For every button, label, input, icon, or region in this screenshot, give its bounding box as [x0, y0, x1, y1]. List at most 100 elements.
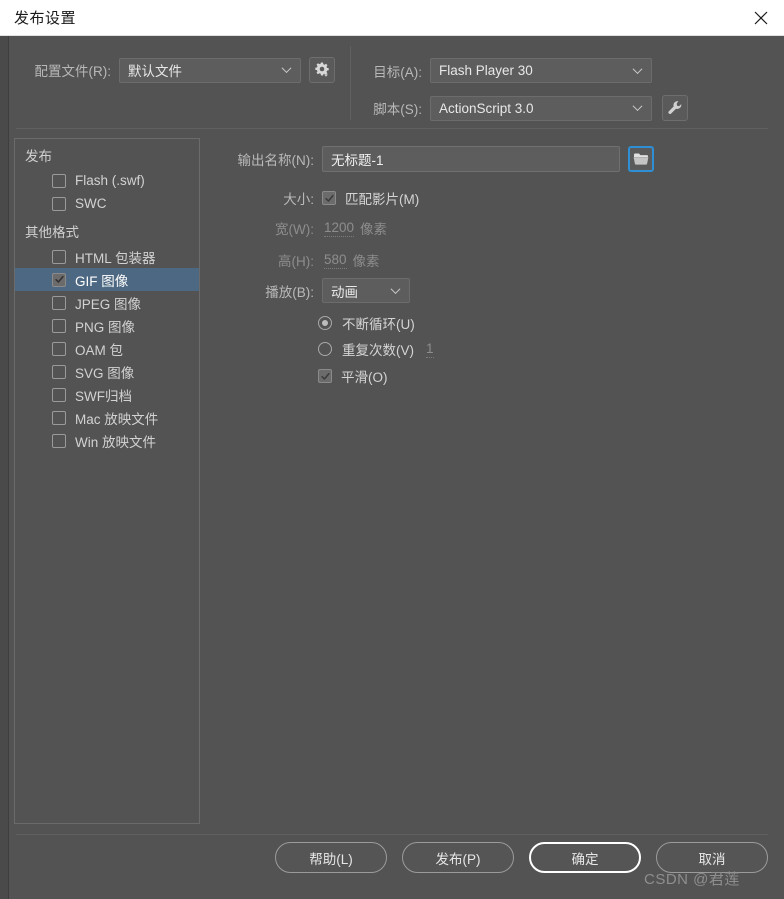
checkbox-match-movie[interactable]	[322, 191, 336, 205]
smooth-row[interactable]: 平滑(O)	[318, 366, 388, 386]
script-select[interactable]: ActionScript 3.0	[430, 95, 652, 121]
list-item-html-wrapper[interactable]: HTML 包装器	[15, 245, 199, 268]
height-label: 高(H):	[278, 254, 314, 269]
profile-label: 配置文件(R):	[34, 64, 112, 79]
script-select-value: ActionScript 3.0	[439, 100, 534, 116]
list-item-jpeg-image[interactable]: JPEG 图像	[15, 291, 199, 314]
profile-select-value: 默认文件	[128, 64, 182, 79]
profile-options-button[interactable]	[309, 57, 335, 83]
gear-icon	[315, 62, 329, 77]
list-item-png-image[interactable]: PNG 图像	[15, 314, 199, 337]
script-settings-button[interactable]	[662, 95, 688, 121]
chevron-down-icon	[634, 103, 643, 112]
list-group-title-other-formats: 其他格式	[25, 225, 79, 240]
list-group-title-publish: 发布	[25, 149, 52, 164]
list-item-label: JPEG 图像	[75, 296, 142, 312]
target-label: 目标(A):	[373, 64, 422, 80]
publish-settings-dialog: 发布设置 配置文件(R): 默认文件 目标(A): Flash Player 3…	[0, 0, 784, 899]
header-divider	[16, 128, 768, 129]
dialog-titlebar: 发布设置	[0, 0, 784, 36]
list-item-mac-projector[interactable]: Mac 放映文件	[15, 406, 199, 429]
list-item-flash-swf[interactable]: Flash (.swf)	[15, 169, 199, 192]
repeat-count-value[interactable]: 1	[426, 341, 434, 358]
width-value[interactable]: 1200	[324, 220, 355, 237]
checkbox-jpeg-image[interactable]	[52, 295, 66, 310]
checkbox-swf-archive[interactable]	[52, 387, 66, 402]
list-item-label: Win 放映文件	[75, 434, 156, 450]
list-item-label: GIF 图像	[75, 273, 129, 289]
target-row: 目标(A): Flash Player 30	[370, 58, 652, 83]
list-item-label: SWC	[75, 196, 107, 211]
smooth-label: 平滑(O)	[341, 370, 388, 385]
list-item-label: Mac 放映文件	[75, 411, 159, 427]
chevron-down-icon	[634, 65, 643, 74]
list-item-win-projector[interactable]: Win 放映文件	[15, 429, 199, 452]
repeat-count-row[interactable]: 重复次数(V) 1	[318, 339, 434, 359]
output-name-label: 输出名称(N):	[237, 153, 315, 168]
output-name-value: 无标题-1	[331, 153, 384, 168]
formats-list-panel[interactable]: 发布 Flash (.swf) SWC 其他格式 HTML 包装器 GIF 图像…	[14, 138, 200, 824]
list-item-label: Flash (.swf)	[75, 173, 145, 188]
list-item-label: HTML 包装器	[75, 250, 156, 266]
list-item-swc[interactable]: SWC	[15, 192, 199, 215]
target-select-value: Flash Player 30	[439, 63, 533, 78]
help-button[interactable]: 帮助(L)	[275, 842, 387, 873]
checkbox-win-projector[interactable]	[52, 433, 66, 448]
list-item-label: PNG 图像	[75, 319, 136, 335]
radio-loop-forever[interactable]	[318, 316, 332, 330]
checkbox-swc[interactable]	[52, 196, 66, 211]
close-button[interactable]	[738, 0, 784, 36]
width-label: 宽(W):	[275, 222, 314, 237]
list-item-oam-package[interactable]: OAM 包	[15, 337, 199, 360]
checkbox-oam-package[interactable]	[52, 341, 66, 356]
profile-row: 配置文件(R): 默认文件	[16, 57, 335, 83]
checkbox-flash-swf[interactable]	[52, 173, 66, 188]
playback-row: 播放(B): 动画	[216, 278, 410, 303]
playback-select[interactable]: 动画	[322, 278, 410, 303]
cancel-button[interactable]: 取消	[656, 842, 768, 873]
list-item-swf-archive[interactable]: SWF归档	[15, 383, 199, 406]
playback-label: 播放(B):	[265, 284, 314, 300]
close-icon	[754, 11, 768, 24]
radio-dot	[322, 320, 328, 326]
ok-button[interactable]: 确定	[529, 842, 641, 873]
width-unit: 像素	[360, 222, 388, 237]
dialog-title: 发布设置	[14, 10, 77, 27]
checkbox-smooth[interactable]	[318, 369, 332, 383]
checkbox-svg-image[interactable]	[52, 364, 66, 379]
browse-output-button[interactable]	[628, 146, 654, 172]
list-item-gif-image[interactable]: GIF 图像	[15, 268, 199, 291]
chevron-down-icon	[283, 65, 292, 74]
checkbox-gif-image[interactable]	[52, 272, 66, 287]
output-name-row: 输出名称(N): 无标题-1	[216, 146, 654, 172]
script-label: 脚本(S):	[373, 102, 422, 117]
height-unit: 像素	[352, 254, 380, 269]
size-label: 大小:	[283, 192, 314, 207]
list-item-label: OAM 包	[75, 342, 124, 358]
output-name-input[interactable]: 无标题-1	[322, 146, 620, 172]
header-vertical-separator	[350, 46, 351, 120]
loop-forever-row[interactable]: 不断循环(U)	[318, 313, 415, 333]
height-value[interactable]: 580	[324, 252, 347, 269]
height-row: 高(H): 580 像素	[216, 250, 380, 270]
chevron-down-icon	[392, 285, 401, 294]
playback-select-value: 动画	[331, 284, 358, 300]
script-row: 脚本(S): ActionScript 3.0	[370, 95, 688, 121]
check-icon	[320, 372, 330, 380]
radio-repeat-count[interactable]	[318, 342, 332, 356]
list-item-label: SWF归档	[75, 388, 132, 404]
check-icon	[324, 194, 334, 202]
check-icon	[54, 275, 64, 283]
list-item-svg-image[interactable]: SVG 图像	[15, 360, 199, 383]
profile-select[interactable]: 默认文件	[119, 57, 301, 83]
window-edge-strip	[0, 36, 9, 899]
folder-icon	[633, 153, 649, 165]
target-select[interactable]: Flash Player 30	[430, 58, 652, 83]
publish-button[interactable]: 发布(P)	[402, 842, 514, 873]
list-item-label: SVG 图像	[75, 365, 135, 381]
checkbox-mac-projector[interactable]	[52, 410, 66, 425]
checkbox-html-wrapper[interactable]	[52, 249, 66, 264]
size-row: 大小: 匹配影片(M)	[216, 188, 419, 208]
loop-forever-label: 不断循环(U)	[342, 317, 415, 332]
checkbox-png-image[interactable]	[52, 318, 66, 333]
